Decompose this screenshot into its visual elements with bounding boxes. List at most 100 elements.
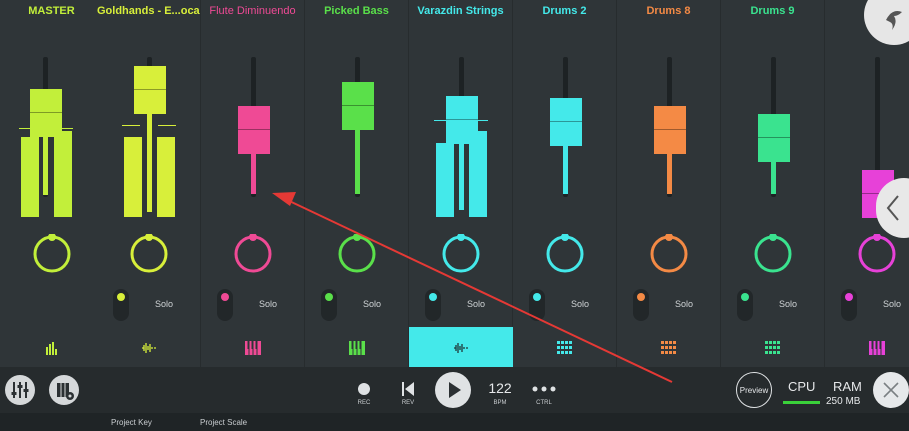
mixer-sliders-icon — [11, 382, 29, 398]
solo-label: Solo — [467, 299, 486, 309]
volume-fader[interactable] — [758, 114, 790, 162]
bpm-label: BPM — [493, 400, 507, 406]
record-icon[interactable] — [357, 382, 371, 396]
solo-label: Solo — [155, 299, 174, 309]
channel-strip-goldhands: Goldhands - E...ocal) Solo — [97, 0, 201, 367]
fader-stem — [251, 152, 256, 194]
cpu-label: CPU — [788, 379, 816, 394]
channel-name: MASTER — [28, 5, 75, 17]
pan-knob[interactable] — [129, 234, 169, 274]
volume-fader[interactable] — [30, 89, 62, 137]
solo-toggle[interactable] — [841, 289, 857, 321]
play-button[interactable] — [435, 372, 471, 408]
fader-stem — [147, 112, 152, 212]
solo-label: Solo — [779, 299, 798, 309]
status-bar: Project Key Project Scale — [0, 413, 909, 431]
fader-stem — [667, 152, 672, 194]
fader-stem — [355, 128, 360, 194]
pan-knob[interactable] — [337, 234, 377, 274]
channel-strip-flute-diminuendo: Flute Diminuendo Solo — [201, 0, 305, 367]
solo-toggle[interactable] — [529, 289, 545, 321]
drum-pad-icon[interactable] — [721, 338, 824, 358]
drum-pad-icon[interactable] — [617, 338, 720, 358]
level-meter-right — [54, 131, 72, 217]
equalizer-icon[interactable] — [0, 338, 103, 358]
cpu-meter — [783, 401, 820, 404]
volume-fader[interactable] — [654, 106, 686, 154]
channel-name: Varazdin Strings — [417, 5, 504, 17]
rewind-icon[interactable] — [401, 381, 415, 397]
waveform-icon[interactable] — [97, 338, 200, 358]
piano-icon[interactable] — [201, 338, 304, 358]
channel-name: Drums 9 — [750, 5, 795, 17]
level-meter-left — [436, 143, 454, 217]
solo-dot — [741, 293, 749, 301]
ctrl-label: CTRL — [536, 400, 552, 406]
peak-tick — [158, 125, 176, 126]
volume-fader[interactable] — [446, 96, 478, 144]
solo-toggle[interactable] — [321, 289, 337, 321]
piano-icon[interactable] — [825, 338, 909, 358]
solo-toggle[interactable] — [113, 289, 129, 321]
channel-name: Drums 8 — [646, 5, 691, 17]
solo-label: Solo — [571, 299, 590, 309]
pan-knob[interactable] — [32, 234, 72, 274]
solo-dot — [533, 293, 541, 301]
solo-toggle[interactable] — [217, 289, 233, 321]
peak-tick — [122, 125, 140, 126]
drum-pad-icon[interactable] — [513, 338, 616, 358]
volume-fader[interactable] — [134, 66, 166, 114]
play-icon — [449, 382, 461, 398]
mixer-button[interactable] — [5, 375, 35, 405]
volume-fader[interactable] — [238, 106, 270, 154]
channel-strip-drums-2: Drums 2 Solo — [513, 0, 617, 367]
level-meter-left — [21, 137, 39, 217]
mixer-panel: MASTER Goldhands - E...ocal) Solo Flute … — [0, 0, 909, 367]
more-dots-icon[interactable] — [531, 385, 557, 393]
project-key-label[interactable]: Project Key — [111, 418, 152, 427]
channel-strip-picked-bass: Picked Bass Solo — [305, 0, 409, 367]
close-icon — [883, 382, 899, 398]
channel-name: Picked Bass — [324, 5, 389, 17]
plugin-settings-button[interactable] — [49, 375, 79, 405]
piano-gear-icon — [57, 383, 74, 400]
volume-fader[interactable] — [342, 82, 374, 130]
pan-knob[interactable] — [545, 234, 585, 274]
solo-dot — [325, 293, 333, 301]
channel-name: Goldhands - E...ocal) — [97, 5, 200, 17]
waveform-icon[interactable] — [409, 338, 512, 358]
rec-label: REC — [357, 400, 371, 406]
solo-dot — [221, 293, 229, 301]
fader-stem — [459, 140, 464, 210]
fader-stem — [563, 144, 568, 194]
channel-strip-drums-8: Drums 8 Solo — [617, 0, 721, 367]
expand-panel-button[interactable] — [876, 178, 909, 238]
solo-toggle[interactable] — [737, 289, 753, 321]
pan-knob[interactable] — [753, 234, 793, 274]
preview-button[interactable]: Preview — [736, 372, 772, 408]
solo-dot — [429, 293, 437, 301]
channel-strip-master: MASTER — [0, 0, 104, 367]
solo-label: Solo — [259, 299, 278, 309]
channel-name: Drums 2 — [542, 5, 587, 17]
pan-knob[interactable] — [441, 234, 481, 274]
volume-fader[interactable] — [550, 98, 582, 146]
pan-knob[interactable] — [233, 234, 273, 274]
solo-toggle[interactable] — [633, 289, 649, 321]
level-meter-right — [157, 137, 175, 217]
piano-icon[interactable] — [305, 338, 408, 358]
channel-strip-drums-9: Drums 9 Solo — [721, 0, 825, 367]
fl-studio-logo-icon[interactable] — [864, 0, 909, 45]
pan-knob[interactable] — [649, 234, 689, 274]
transport-toolbar: REC REV 122 BPM CTRL Preview CPU RAM 250… — [0, 367, 909, 413]
ram-label: RAM — [833, 379, 862, 394]
close-button[interactable] — [873, 372, 909, 408]
bpm-value[interactable]: 122 — [484, 380, 516, 396]
solo-label: Solo — [883, 299, 902, 309]
solo-dot — [845, 293, 853, 301]
channel-strip-varazdin-strings: Varazdin Strings Solo — [409, 0, 513, 367]
project-scale-label[interactable]: Project Scale — [200, 418, 247, 427]
pan-knob[interactable] — [857, 234, 897, 274]
channel-name: Flute Diminuendo — [209, 5, 296, 17]
solo-toggle[interactable] — [425, 289, 441, 321]
